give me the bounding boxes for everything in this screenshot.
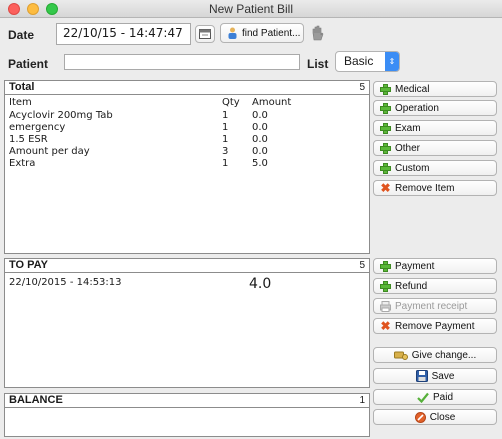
close-button[interactable]: Close [373, 409, 497, 425]
total-table-header: Item Qty Amount [9, 97, 369, 109]
to-pay-panel: TO PAY 5 22/10/2015 - 14:53:13 4.0 [4, 258, 370, 388]
row-qty: 1 [222, 134, 229, 145]
give-change-button[interactable]: Give change... [373, 347, 497, 363]
remove-item-label: Remove Item [395, 182, 455, 194]
payment-button[interactable]: Payment [373, 258, 497, 274]
payment-receipt-label: Payment receipt [395, 300, 468, 312]
paid-label: Paid [432, 391, 453, 403]
total-title: Total [9, 81, 35, 93]
close-icon [414, 411, 426, 423]
paid-button[interactable]: Paid [373, 389, 497, 405]
remove-payment-button[interactable]: ✖ Remove Payment [373, 318, 497, 334]
patient-field[interactable] [64, 54, 300, 70]
save-button[interactable]: Save [373, 368, 497, 384]
balance-panel: BALANCE 1 [4, 393, 370, 437]
other-button[interactable]: Other [373, 140, 497, 156]
remove-icon: ✖ [380, 180, 391, 195]
remove-payment-label: Remove Payment [395, 320, 475, 332]
row-item: Amount per day [9, 146, 90, 157]
row-qty: 1 [222, 158, 229, 169]
plus-icon [380, 122, 391, 134]
select-arrows-icon: ⇕ [385, 52, 399, 71]
plus-icon [380, 102, 391, 114]
operation-label: Operation [395, 102, 439, 114]
total-count: 5 [359, 82, 365, 93]
row-amount: 0.0 [252, 146, 268, 157]
row-amount: 0.0 [252, 134, 268, 145]
payment-row[interactable]: 22/10/2015 - 14:53:13 4.0 [9, 276, 369, 293]
balance-title: BALANCE [9, 394, 63, 406]
title-bar: New Patient Bill [0, 0, 502, 18]
calendar-button[interactable] [195, 25, 215, 43]
row-amount: 0.0 [252, 110, 268, 121]
custom-button[interactable]: Custom [373, 160, 497, 176]
calendar-icon [199, 29, 211, 39]
exam-label: Exam [395, 122, 421, 134]
table-row[interactable]: emergency 1 0.0 [9, 122, 369, 134]
checkmark-icon [417, 392, 429, 403]
plus-icon [380, 162, 391, 174]
medical-label: Medical [395, 83, 430, 95]
patient-label: Patient [8, 57, 49, 71]
column-item: Item [9, 97, 32, 108]
hand-icon[interactable] [311, 25, 324, 41]
total-header: Total 5 [5, 81, 369, 95]
row-qty: 1 [222, 110, 229, 121]
find-patient-button[interactable]: find Patient... [220, 23, 304, 43]
to-pay-title: TO PAY [9, 259, 48, 271]
payment-receipt-button[interactable]: Payment receipt [373, 298, 497, 314]
list-label: List [307, 57, 329, 71]
row-qty: 3 [222, 146, 229, 157]
list-select-value: Basic [344, 54, 374, 68]
window-title: New Patient Bill [208, 2, 294, 16]
remove-icon: ✖ [380, 318, 391, 333]
printer-icon [380, 300, 391, 312]
refund-label: Refund [395, 280, 428, 292]
table-row[interactable]: Acyclovir 200mg Tab 1 0.0 [9, 110, 369, 122]
row-item: Extra [9, 158, 36, 169]
remove-item-button[interactable]: ✖ Remove Item [373, 180, 497, 196]
row-item: emergency [9, 122, 66, 133]
save-label: Save [431, 370, 455, 382]
plus-icon [380, 142, 391, 154]
other-label: Other [395, 142, 421, 154]
date-label: Date [8, 28, 35, 42]
payment-date: 22/10/2015 - 14:53:13 [9, 277, 122, 288]
exam-button[interactable]: Exam [373, 120, 497, 136]
save-icon [415, 370, 428, 382]
to-pay-header: TO PAY 5 [5, 259, 369, 273]
plus-icon [380, 260, 391, 272]
custom-label: Custom [395, 162, 430, 174]
close-label: Close [429, 411, 456, 423]
row-item: 1.5 ESR [9, 134, 48, 145]
row-qty: 1 [222, 122, 229, 133]
medical-button[interactable]: Medical [373, 81, 497, 97]
refund-button[interactable]: Refund [373, 278, 497, 294]
to-pay-count: 5 [359, 260, 365, 271]
give-change-label: Give change... [411, 349, 477, 361]
payment-amount: 4.0 [249, 276, 272, 292]
patient-icon [228, 27, 237, 39]
table-row[interactable]: Amount per day 3 0.0 [9, 146, 369, 158]
plus-icon [380, 280, 391, 292]
table-row[interactable]: 1.5 ESR 1 0.0 [9, 134, 369, 146]
balance-header: BALANCE 1 [5, 394, 369, 408]
column-amount: Amount [252, 97, 292, 108]
date-field[interactable]: 22/10/15 - 14:47:47 [56, 23, 191, 45]
payment-label: Payment [395, 260, 435, 272]
total-panel: Total 5 Item Qty Amount Acyclovir 200mg … [4, 80, 370, 254]
money-hand-icon [393, 351, 408, 360]
operation-button[interactable]: Operation [373, 100, 497, 116]
row-item: Acyclovir 200mg Tab [9, 110, 113, 121]
plus-icon [380, 83, 391, 95]
table-row[interactable]: Extra 1 5.0 [9, 158, 369, 170]
row-amount: 5.0 [252, 158, 268, 169]
row-amount: 0.0 [252, 122, 268, 133]
balance-count: 1 [359, 395, 365, 406]
column-qty: Qty [222, 97, 240, 108]
find-patient-label: find Patient... [242, 27, 301, 39]
list-select[interactable]: Basic ⇕ [335, 51, 400, 72]
